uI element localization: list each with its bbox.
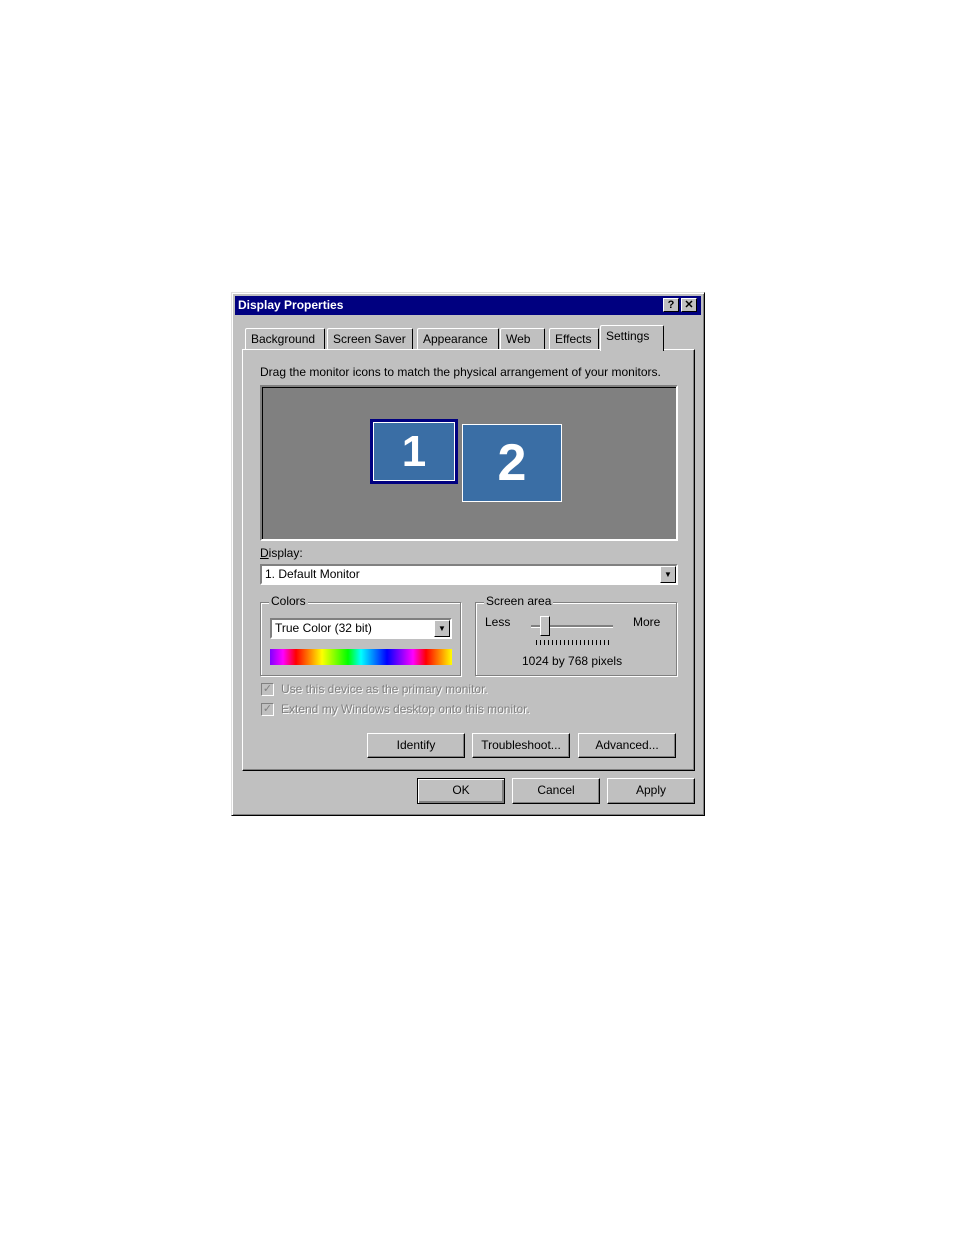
help-button[interactable]: ? [663, 298, 679, 312]
title-bar[interactable]: Display Properties ? ✕ [235, 296, 701, 315]
display-label-rest: isplay: [268, 546, 303, 560]
chevron-down-icon[interactable]: ▼ [434, 620, 450, 637]
tab-web[interactable]: Web [500, 328, 545, 349]
color-spectrum-bar [270, 649, 452, 665]
colors-dropdown[interactable]: True Color (32 bit) ▼ [270, 618, 452, 639]
advanced-button[interactable]: Advanced... [578, 733, 676, 758]
display-dropdown[interactable]: 1. Default Monitor ▼ [260, 564, 678, 585]
resolution-text: 1024 by 768 pixels [522, 654, 623, 668]
display-value: 1. Default Monitor [265, 567, 360, 581]
troubleshoot-button[interactable]: Troubleshoot... [472, 733, 570, 758]
display-properties-dialog: Display Properties ? ✕ Background Screen… [231, 292, 705, 816]
display-label: Display: [260, 546, 303, 560]
tab-effects[interactable]: Effects [549, 328, 599, 349]
screen-area-label: Screen area [484, 594, 554, 608]
identify-button[interactable]: Identify [367, 733, 465, 758]
tab-appearance[interactable]: Appearance [417, 328, 499, 349]
monitor-preview: 1 2 [260, 385, 678, 541]
window-title: Display Properties [238, 298, 344, 312]
extend-desktop-label: Extend my Windows desktop onto this moni… [281, 702, 530, 716]
less-label: Less [485, 615, 511, 629]
colors-label: Colors [269, 594, 308, 608]
ok-button[interactable]: OK [417, 778, 505, 804]
tab-background[interactable]: Background [245, 328, 325, 349]
apply-button[interactable]: Apply [607, 778, 695, 804]
cancel-button[interactable]: Cancel [512, 778, 600, 804]
close-button[interactable]: ✕ [681, 298, 697, 312]
primary-monitor-checkbox[interactable]: ✓ [261, 683, 274, 696]
monitor-1-icon[interactable]: 1 [370, 419, 458, 484]
chevron-down-icon[interactable]: ▼ [660, 566, 676, 583]
slider-ticks [536, 640, 610, 645]
primary-monitor-label: Use this device as the primary monitor. [281, 682, 488, 696]
tab-settings[interactable]: Settings [600, 325, 664, 351]
more-label: More [633, 615, 661, 629]
extend-desktop-checkbox[interactable]: ✓ [261, 703, 274, 716]
monitor-2-icon[interactable]: 2 [462, 424, 562, 502]
colors-value: True Color (32 bit) [275, 621, 372, 635]
instructions-text: Drag the monitor icons to match the phys… [260, 365, 661, 379]
resolution-slider-thumb[interactable] [540, 616, 550, 636]
tab-screen-saver[interactable]: Screen Saver [327, 328, 413, 349]
